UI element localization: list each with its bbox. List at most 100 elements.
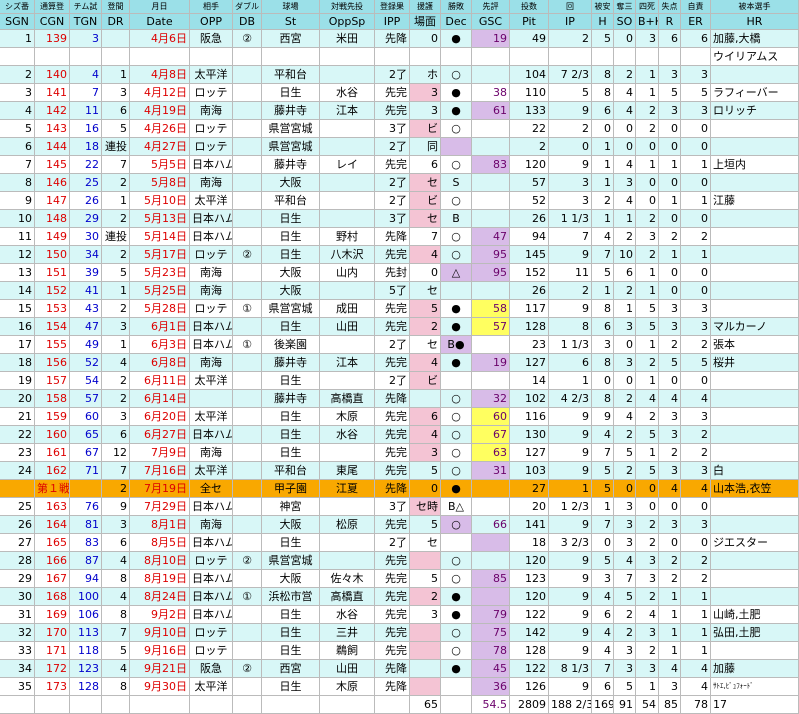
cell-gsc [472, 534, 510, 552]
cell-opp: 南海 [190, 174, 233, 192]
cell-cgn: 151 [35, 264, 70, 282]
cell-gsc: 32 [472, 390, 510, 408]
cell-pitches: 116 [510, 408, 549, 426]
cell-pitches: 94 [510, 228, 549, 246]
header-top-decision: 勝敗 [441, 0, 472, 14]
cell-gsc: 66 [472, 516, 510, 534]
cell-cgn: 167 [35, 570, 70, 588]
cell-cgn: 141 [35, 84, 70, 102]
cell-sgn: 4 [0, 102, 35, 120]
cell-walks: 1 [636, 336, 659, 354]
cell-strikeouts: 3 [614, 642, 636, 660]
cell-scene [410, 642, 441, 660]
cell-hits: 1 [592, 138, 614, 156]
header-pitches: Pit [510, 14, 549, 30]
cell-tgn: 16 [70, 120, 102, 138]
cell-strikeouts: 5 [614, 678, 636, 696]
cell-ipp: 2了 [375, 192, 410, 210]
cell-date: 7月16日 [130, 462, 190, 480]
cell-opp: 太平洋 [190, 462, 233, 480]
cell-scene: 4 [410, 426, 441, 444]
cell-dr: 7 [102, 462, 130, 480]
cell-db [233, 264, 262, 282]
cell-tgn: 67 [70, 444, 102, 462]
cell-stadium: 大阪 [262, 570, 320, 588]
cell-stadium: 大阪 [262, 174, 320, 192]
cell-strikeouts: 3 [614, 516, 636, 534]
cell-runs: 1 [659, 642, 681, 660]
cell-cgn: 156 [35, 354, 70, 372]
cell-stadium: 日生 [262, 318, 320, 336]
cell-sgn: 1 [0, 30, 35, 48]
cell-earned-runs: 4 [681, 678, 711, 696]
cell-dr: 7 [102, 156, 130, 174]
total-pitches: 2809 [510, 696, 549, 714]
cell-pitches: 128 [510, 318, 549, 336]
cell-opp: 太平洋 [190, 408, 233, 426]
cell-strikeouts: 0 [614, 138, 636, 156]
cell-hr-batters [711, 498, 799, 516]
cell-stadium: 大阪 [262, 516, 320, 534]
cell-date: 7月19日 [130, 480, 190, 498]
cell-strikeouts: 6 [614, 264, 636, 282]
cell-db [233, 624, 262, 642]
cell-ipp: 2了 [375, 66, 410, 84]
cell-ip: 8 [549, 318, 592, 336]
cell-pitches: 127 [510, 444, 549, 462]
cell-ipp: 先完 [375, 156, 410, 174]
cell-db [233, 84, 262, 102]
cell-date: 5月5日 [130, 156, 190, 174]
header-decision: Dec [441, 14, 472, 30]
cell-decision: ○ [441, 246, 472, 264]
cell-date: 4月27日 [130, 138, 190, 156]
cell-earned-runs: 3 [681, 516, 711, 534]
cell-gsc [472, 138, 510, 156]
cell-ip: 9 [549, 516, 592, 534]
cell-hr-batters [711, 282, 799, 300]
cell-strikeouts: 7 [614, 570, 636, 588]
cell-hits: 5 [592, 30, 614, 48]
cell-sgn: 12 [0, 246, 35, 264]
cell-cgn: 149 [35, 228, 70, 246]
cell-ip: 2 [549, 30, 592, 48]
cell-opp-starter [320, 48, 375, 66]
cell-sgn: 7 [0, 156, 35, 174]
cell-ip: 1 [549, 480, 592, 498]
header-top-hits: 被安 [592, 0, 614, 14]
cell-cgn: 165 [35, 534, 70, 552]
total-ip: 188 2/3 [549, 696, 592, 714]
cell-opp-starter: 江本 [320, 354, 375, 372]
cell-opp: 阪急 [190, 30, 233, 48]
cell-sgn: 8 [0, 174, 35, 192]
cell-ip: 9 [549, 408, 592, 426]
cell-walks: 3 [636, 570, 659, 588]
header-tgn: TGN [70, 14, 102, 30]
cell-ipp: 先完 [375, 516, 410, 534]
cell-walks: 5 [636, 318, 659, 336]
cell-cgn: 150 [35, 246, 70, 264]
cell-ipp: 2了 [375, 138, 410, 156]
cell-strikeouts: 2 [614, 282, 636, 300]
cell-ipp: 先完 [375, 246, 410, 264]
cell-opp-starter: 山内 [320, 264, 375, 282]
cell-date: 6月1日 [130, 318, 190, 336]
cell-ipp: 先完 [375, 552, 410, 570]
cell-dr: 連投 [102, 228, 130, 246]
cell-hr-batters [711, 390, 799, 408]
cell-gsc: 75 [472, 624, 510, 642]
cell-strikeouts: 2 [614, 462, 636, 480]
cell-walks: 5 [636, 462, 659, 480]
cell-pitches: 120 [510, 552, 549, 570]
cell-db [233, 444, 262, 462]
cell-date: 4月12日 [130, 84, 190, 102]
cell-scene: 2 [410, 588, 441, 606]
cell-db: ② [233, 660, 262, 678]
cell-hr-batters [711, 516, 799, 534]
cell-pitches: 52 [510, 192, 549, 210]
cell-strikeouts [614, 48, 636, 66]
cell-tgn: 43 [70, 300, 102, 318]
total-strikeouts: 91 [614, 696, 636, 714]
cell-db [233, 498, 262, 516]
cell-ip: 11 [549, 264, 592, 282]
cell-hr-batters: 山本浩,衣笠 [711, 480, 799, 498]
